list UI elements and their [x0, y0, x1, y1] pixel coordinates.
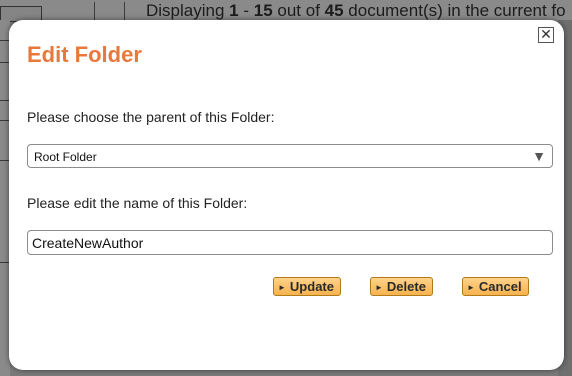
cancel-button[interactable]: ► Cancel — [462, 277, 529, 296]
play-arrow-icon: ► — [278, 283, 286, 292]
update-button[interactable]: ► Update — [273, 277, 341, 296]
background-left-tick — [0, 100, 9, 101]
background-left-tick — [0, 40, 9, 41]
background-left-tick — [0, 160, 9, 161]
background-separator — [94, 2, 95, 20]
folder-name-input[interactable] — [27, 230, 553, 255]
background-left-tick — [0, 120, 9, 121]
background-left-tick — [0, 262, 9, 263]
edit-folder-dialog: ✕ Edit Folder Please choose the parent o… — [9, 20, 564, 370]
folder-name-label: Please edit the name of this Folder: — [27, 195, 248, 211]
delete-button[interactable]: ► Delete — [370, 277, 433, 296]
parent-folder-select[interactable]: Root Folder ▼ — [27, 144, 553, 168]
play-arrow-icon: ► — [375, 283, 383, 292]
close-icon[interactable]: ✕ — [538, 27, 554, 43]
background-left-tick — [0, 62, 9, 63]
background-status-text: Displaying 1 - 15 out of 45 document(s) … — [146, 1, 566, 20]
background-separator — [124, 2, 125, 20]
dropdown-arrow-icon: ▼ — [532, 148, 546, 164]
parent-folder-label: Please choose the parent of this Folder: — [27, 109, 275, 125]
dialog-title: Edit Folder — [27, 42, 142, 67]
play-arrow-icon: ► — [467, 283, 475, 292]
parent-folder-select-value: Root Folder — [34, 150, 97, 164]
